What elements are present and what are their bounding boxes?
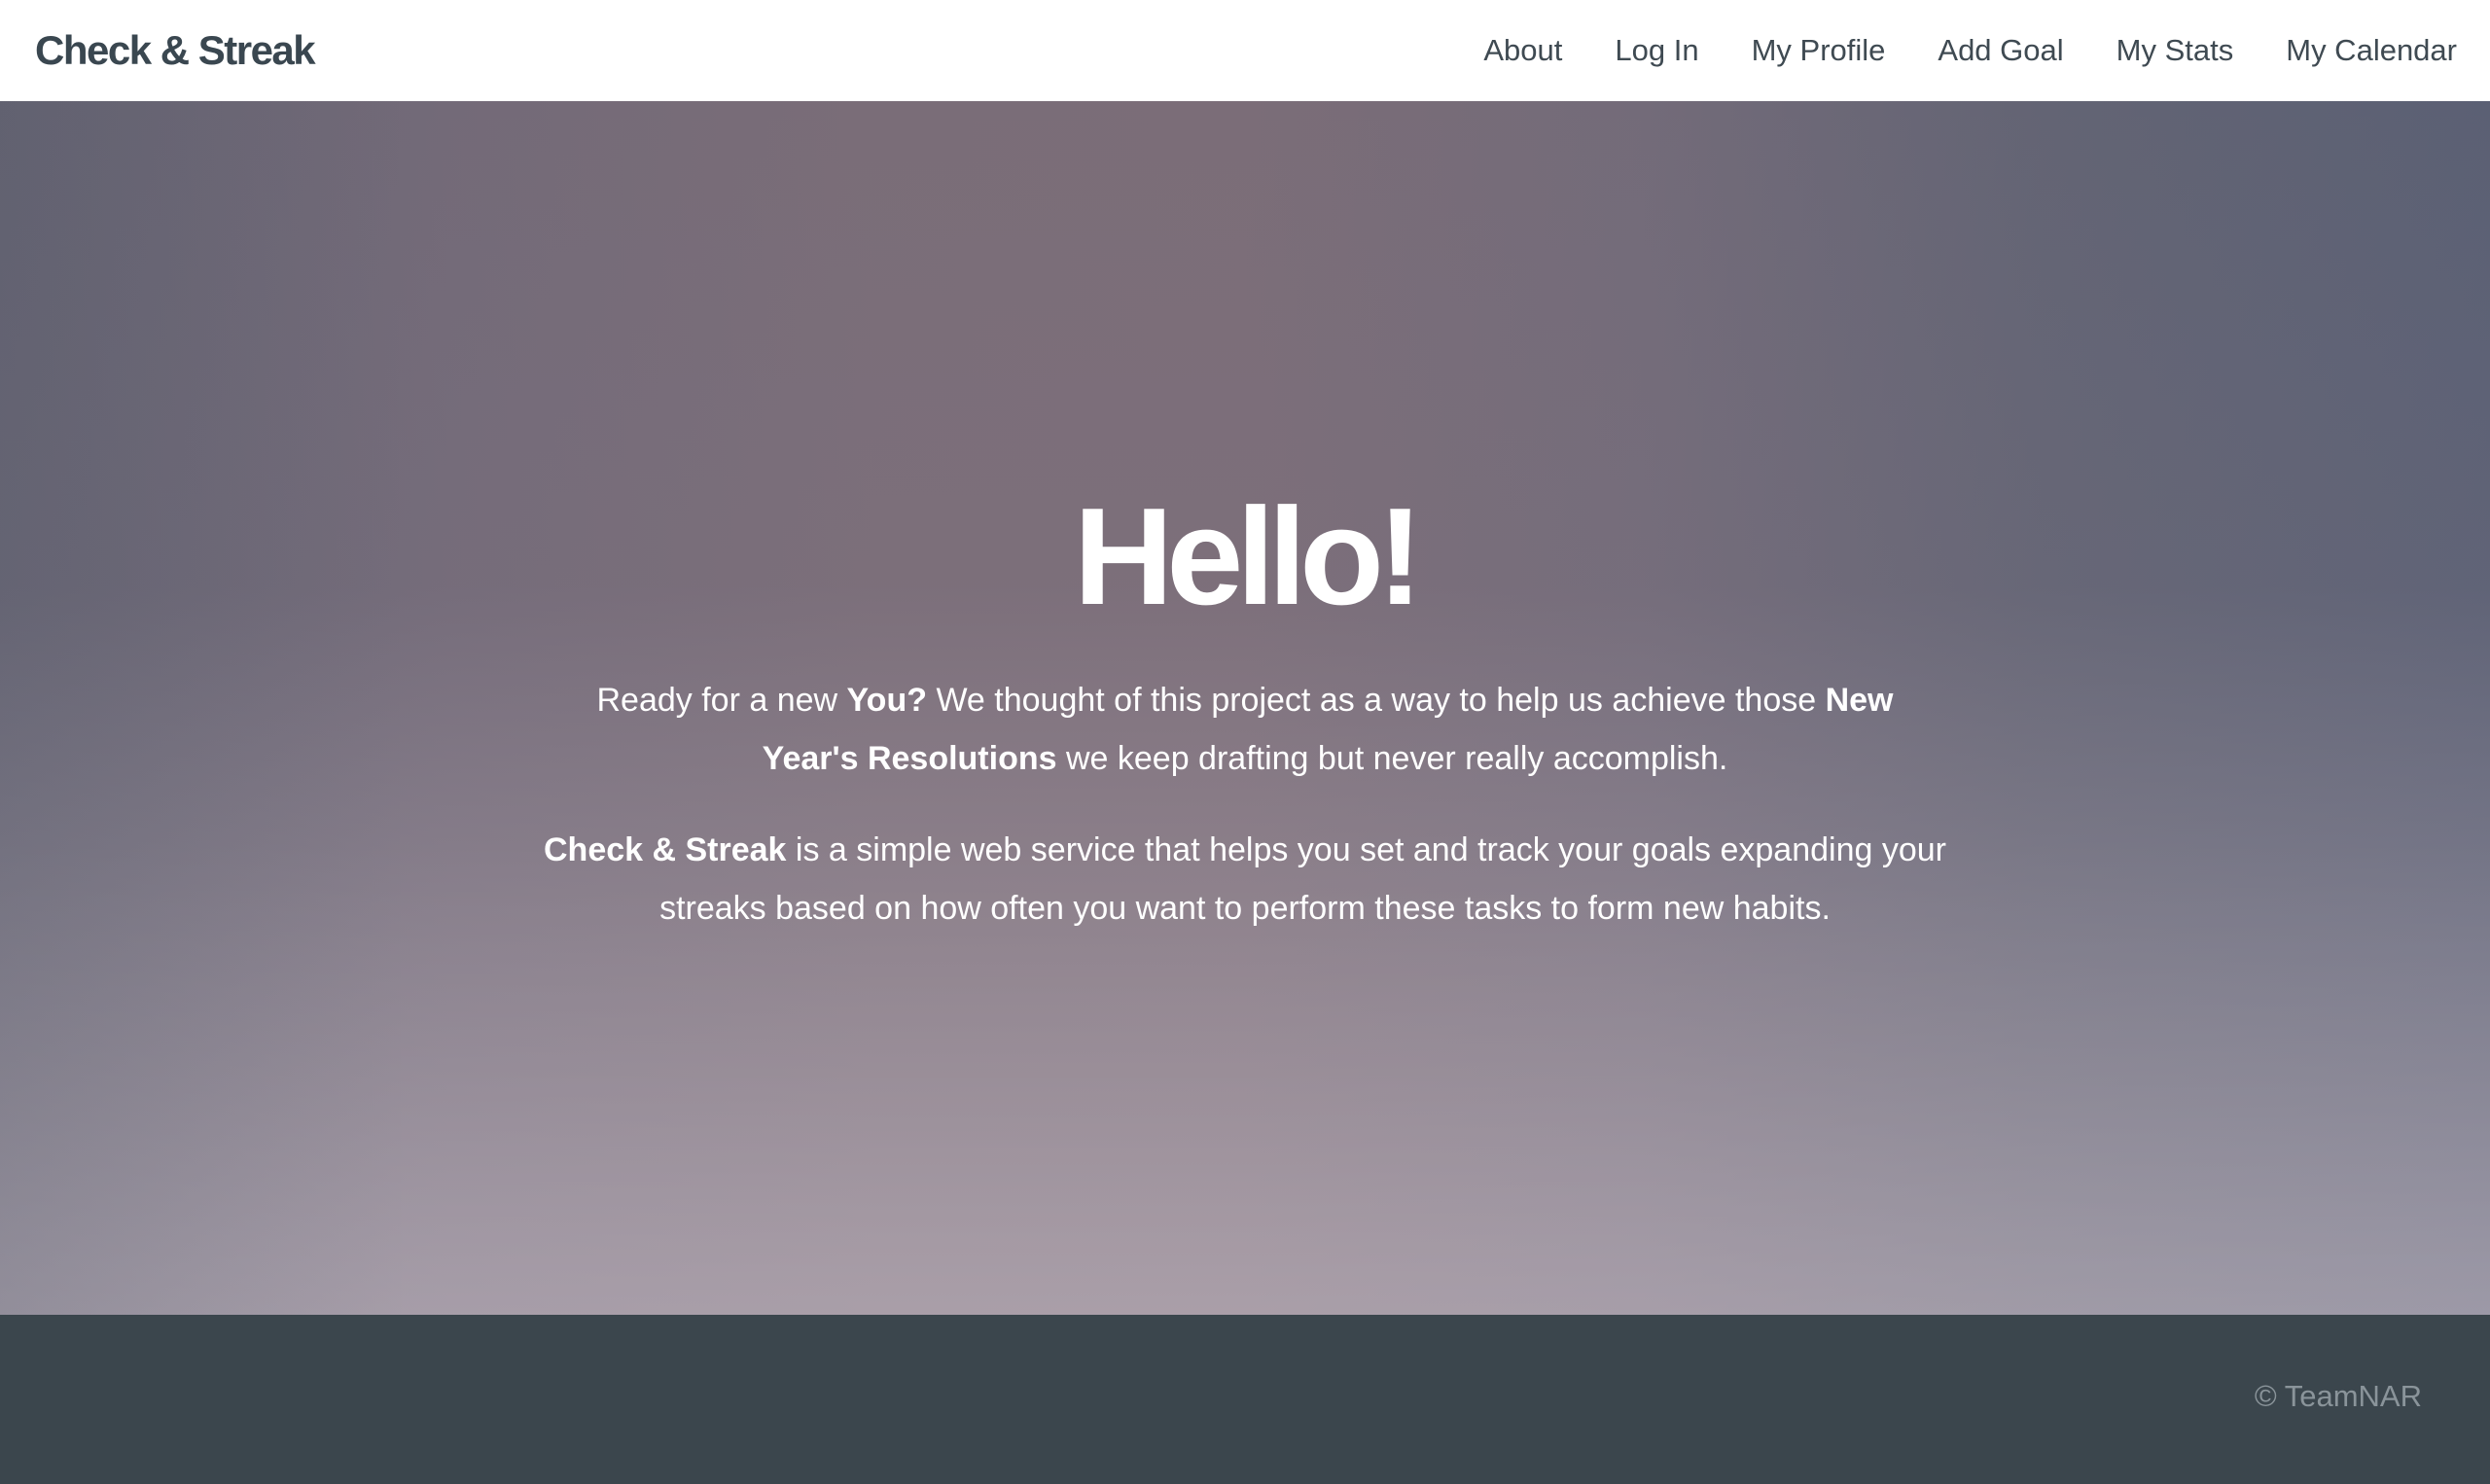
- nav-links: About Log In My Profile Add Goal My Stat…: [1431, 33, 2457, 68]
- nav-link-my-profile[interactable]: My Profile: [1752, 33, 1886, 67]
- nav-link-add-goal[interactable]: Add Goal: [1938, 33, 2063, 67]
- hero-title: Hello!: [1073, 479, 1423, 634]
- nav-item-about: About: [1483, 33, 1562, 68]
- nav-item-my-calendar: My Calendar: [2286, 33, 2457, 68]
- nav-item-login: Log In: [1615, 33, 1698, 68]
- nav-link-about[interactable]: About: [1483, 33, 1562, 67]
- intro-text-2: We thought of this project as a way to h…: [927, 682, 1826, 719]
- hero-intro-paragraph: Ready for a new You? We thought of this …: [554, 671, 1936, 788]
- copyright-text: © TeamNAR: [2254, 1379, 2422, 1413]
- nav-item-my-profile: My Profile: [1752, 33, 1886, 68]
- description-text: is a simple web service that helps you s…: [659, 831, 1946, 927]
- hero-content: Hello! Ready for a new You? We thought o…: [0, 101, 2490, 1315]
- top-navbar: Check & Streak About Log In My Profile A…: [0, 0, 2490, 101]
- hero-section: Hello! Ready for a new You? We thought o…: [0, 101, 2490, 1315]
- brand-logo-link[interactable]: Check & Streak: [35, 27, 316, 74]
- hero-description-paragraph: Check & Streak is a simple web service t…: [496, 821, 1994, 937]
- intro-bold-you: You?: [846, 682, 927, 719]
- nav-item-my-stats: My Stats: [2116, 33, 2234, 68]
- intro-text-3: we keep drafting but never really accomp…: [1056, 740, 1728, 777]
- description-bold-brand: Check & Streak: [544, 831, 787, 868]
- nav-link-login[interactable]: Log In: [1615, 33, 1698, 67]
- nav-link-my-calendar[interactable]: My Calendar: [2286, 33, 2457, 67]
- page-footer: © TeamNAR: [0, 1315, 2490, 1484]
- intro-text-1: Ready for a new: [596, 682, 847, 719]
- nav-item-add-goal: Add Goal: [1938, 33, 2063, 68]
- nav-link-my-stats[interactable]: My Stats: [2116, 33, 2234, 67]
